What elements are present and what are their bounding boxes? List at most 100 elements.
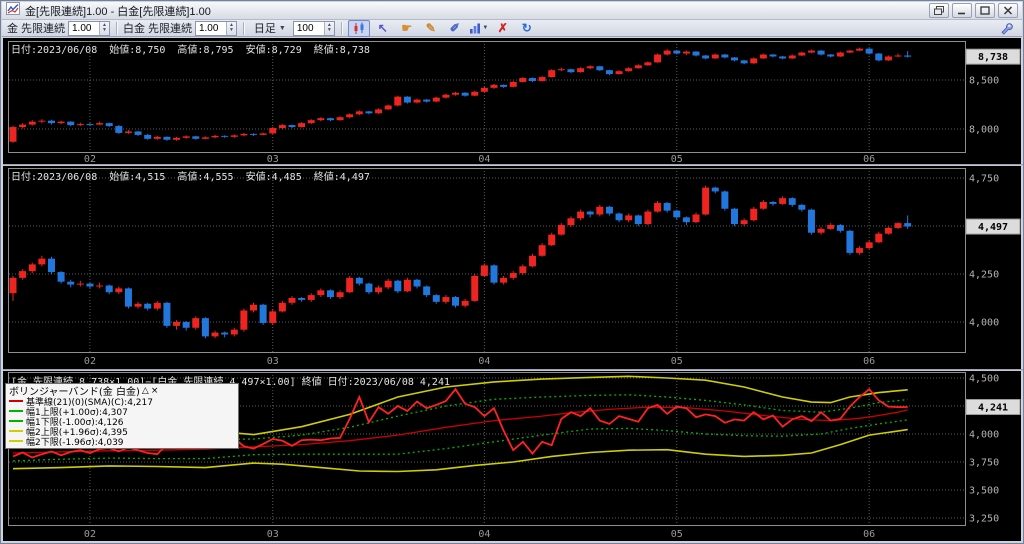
candle-body bbox=[240, 310, 248, 330]
toolbar-separator bbox=[242, 21, 244, 35]
candle-body bbox=[192, 318, 200, 328]
candle-body bbox=[836, 52, 844, 57]
candle-body bbox=[711, 54, 719, 59]
refresh-tool[interactable]: ↻ bbox=[516, 20, 538, 37]
symbol2-ratio-input[interactable]: 1.00 ▲ ▼ bbox=[194, 20, 237, 36]
candle-body bbox=[86, 124, 94, 126]
spinner-arrows-icon[interactable]: ▲ ▼ bbox=[99, 21, 109, 35]
candle-body bbox=[432, 97, 440, 102]
toolbar-separator bbox=[115, 21, 117, 35]
candle-body bbox=[702, 187, 710, 215]
candle-body bbox=[904, 223, 912, 227]
candle-body bbox=[548, 234, 556, 246]
pointer-tool[interactable]: ↖ bbox=[372, 20, 394, 37]
candle-body bbox=[673, 210, 681, 218]
gridlines bbox=[9, 168, 965, 353]
candle-body bbox=[798, 52, 806, 56]
candle-body bbox=[721, 54, 729, 58]
candle-body bbox=[38, 258, 46, 265]
candle-body bbox=[163, 136, 171, 140]
candle-body bbox=[307, 120, 315, 124]
chart-cursor-tool[interactable] bbox=[347, 19, 370, 37]
minimize-button[interactable] bbox=[952, 3, 972, 18]
x-axis-month-label: 05 bbox=[671, 529, 683, 540]
marker-tool[interactable]: ✐ bbox=[444, 20, 466, 37]
candle-body bbox=[750, 208, 758, 221]
candle-body bbox=[96, 285, 104, 287]
legend-line-swatch bbox=[9, 410, 23, 412]
float-window-button[interactable] bbox=[929, 3, 949, 18]
delete-indicator-tool[interactable]: ✗ bbox=[492, 20, 514, 37]
candle-body bbox=[67, 281, 75, 285]
candle-body bbox=[76, 283, 84, 285]
platinum-candlestick-chart[interactable]: 4,7504,5004,2504,00002030405064,497 bbox=[3, 166, 1023, 369]
candle-body bbox=[365, 283, 373, 293]
close-button[interactable] bbox=[998, 3, 1018, 18]
settings-wrench-button[interactable] bbox=[995, 20, 1017, 37]
candle-body bbox=[692, 214, 700, 223]
platinum-chart-panel: 4,7504,5004,2504,00002030405064,497 日付:2… bbox=[3, 166, 1023, 369]
candle-body bbox=[750, 58, 758, 64]
pencil-tool[interactable]: ✎ bbox=[420, 20, 442, 37]
candle-body bbox=[173, 137, 181, 140]
x-axis-month-label: 02 bbox=[84, 356, 96, 367]
y-axis-tick-label: 3,500 bbox=[969, 486, 999, 497]
gridlines bbox=[9, 41, 965, 153]
hand-tool[interactable]: ☛ bbox=[396, 20, 418, 37]
candle-body bbox=[250, 133, 257, 135]
candle-body bbox=[788, 198, 796, 205]
candle-body bbox=[67, 121, 75, 126]
y-axis-tick-label: 4,750 bbox=[969, 174, 999, 185]
candle-body bbox=[817, 50, 825, 55]
candle-body bbox=[298, 123, 306, 128]
spinner-arrows-icon[interactable]: ▲ ▼ bbox=[225, 21, 236, 35]
candle-body bbox=[38, 120, 46, 122]
candle-body bbox=[442, 94, 450, 98]
candle-body bbox=[740, 220, 748, 225]
candle-body bbox=[134, 131, 142, 135]
y-axis-tick-label: 4,000 bbox=[969, 430, 999, 441]
tool-buttons: ↖ ☛ ✎ ✐ ▼ ✗ ↻ bbox=[347, 19, 538, 37]
candle-body bbox=[384, 105, 392, 110]
legend-line-swatch bbox=[9, 420, 23, 422]
candle-body bbox=[644, 211, 652, 225]
candle-body bbox=[596, 206, 604, 215]
candle-body bbox=[480, 265, 488, 276]
candle-body bbox=[423, 286, 431, 296]
candle-body bbox=[96, 123, 104, 125]
candle-body bbox=[596, 66, 604, 71]
gold-candlestick-chart[interactable]: 8,500 8,000 02 03 04 05 06 8,738 bbox=[3, 39, 1023, 164]
candle-body bbox=[654, 202, 662, 212]
legend-line-swatch bbox=[9, 400, 23, 402]
candle-body bbox=[298, 298, 306, 300]
candle-body bbox=[740, 60, 748, 64]
candle-body bbox=[586, 211, 594, 215]
current-price-label: 8,738 bbox=[978, 52, 1008, 63]
x-axis-month-label: 05 bbox=[671, 356, 683, 367]
legend-line-swatch bbox=[9, 440, 23, 442]
candle-body bbox=[288, 298, 296, 303]
candle-body bbox=[509, 273, 517, 278]
spinner-arrows-icon[interactable]: ▲ ▼ bbox=[323, 21, 334, 35]
symbol1-ratio-input[interactable]: 1.00 ▲ ▼ bbox=[68, 20, 110, 36]
candle-body bbox=[500, 84, 508, 87]
candle-body bbox=[586, 66, 594, 69]
candle-body bbox=[375, 287, 383, 293]
period-select[interactable]: 日足 ▼ bbox=[250, 21, 290, 36]
candle-body bbox=[471, 275, 479, 301]
candle-body bbox=[577, 68, 585, 73]
candle-body bbox=[538, 245, 546, 256]
chart-area: 8,500 8,000 02 03 04 05 06 8,738 日付:2023/06/08 … bbox=[3, 38, 1023, 541]
candle-body bbox=[192, 136, 200, 139]
candle-body bbox=[577, 211, 585, 219]
candle-body bbox=[519, 78, 527, 82]
candle-body bbox=[346, 114, 354, 118]
indicator-menu[interactable]: ▼ bbox=[468, 20, 490, 37]
bar-count-input[interactable]: 100 ▲ ▼ bbox=[292, 20, 335, 36]
y-axis-tick-label: 4,000 bbox=[969, 318, 999, 329]
candle-body bbox=[461, 300, 469, 306]
candle-body bbox=[461, 92, 469, 96]
candle-body bbox=[124, 288, 132, 307]
y-axis-tick-label: 8,500 bbox=[969, 76, 999, 87]
maximize-button[interactable] bbox=[975, 3, 995, 18]
